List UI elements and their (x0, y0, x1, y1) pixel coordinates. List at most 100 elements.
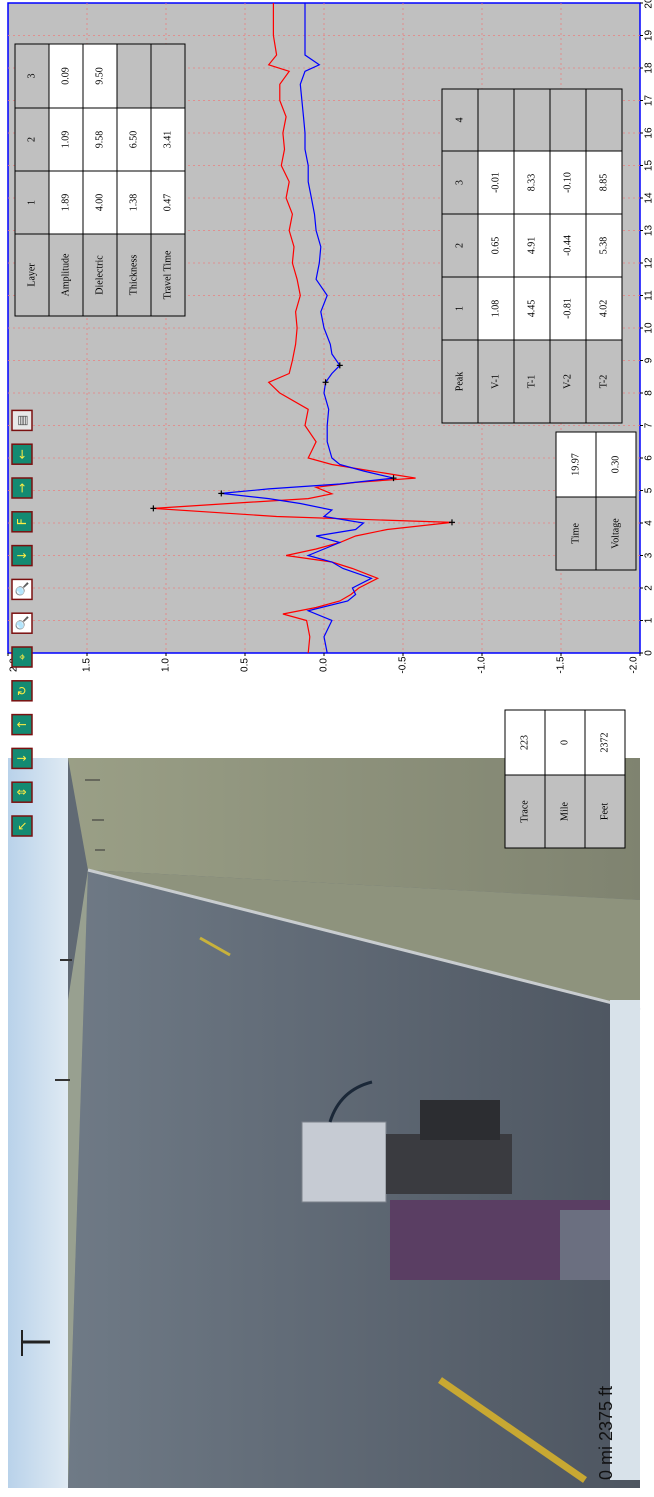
zoom-in-icon: 🔍 (14, 582, 29, 597)
layer-table-cell-text: Thickness (129, 255, 140, 296)
zoom-in-button[interactable]: 🔍 (11, 578, 33, 601)
layer-table-cell-text: 4.00 (95, 194, 106, 212)
photo-caption: 0 mi 2375 ft (596, 1386, 616, 1480)
arrow-up-button[interactable]: ↑ (11, 713, 33, 736)
trace-info-label-text: Trace (520, 800, 531, 823)
x-tick-label: 9 (644, 357, 654, 363)
peak-table-cell-text: -0.10 (563, 172, 574, 193)
layer-table-cell-text: Amplitude (61, 253, 72, 296)
peak-table-cell: 4 (441, 88, 479, 152)
expand-vertical-icon: ⇕ (15, 787, 29, 797)
flag-button[interactable]: F (11, 511, 33, 533)
x-tick-label: 18 (644, 62, 654, 74)
x-tick-label: 12 (644, 257, 654, 269)
peak-table-cell: -0.01 (477, 150, 515, 215)
layer-table-cell: Travel Time (150, 233, 186, 317)
peak-table-cell: 8.85 (585, 150, 623, 215)
peak-table-cell-text: V-1 (491, 374, 502, 389)
layer-table-cell-text: 9.50 (95, 67, 106, 85)
peak-table-cell-text: Peak (455, 372, 466, 391)
x-tick-label: 5 (644, 487, 654, 493)
zoom-out-button[interactable]: 🔍 (11, 612, 33, 634)
x-tick-label: 17 (644, 95, 654, 107)
layer-table-cell-text: 3 (27, 74, 38, 79)
peak-table-cell: T-1 (513, 339, 551, 424)
peak-table-cell: 1 (441, 276, 479, 341)
print-icon: ▤ (15, 415, 29, 426)
marker-down-button[interactable]: ↓ (11, 544, 33, 567)
layer-table-cell: 3.41 (150, 107, 186, 172)
select-tool-button[interactable]: ↖ (11, 815, 33, 837)
layer-table-cell: 1.89 (48, 170, 84, 235)
layer-table-cell: Dielectric (82, 233, 118, 317)
peak-table-cell-text: -0.81 (563, 298, 574, 319)
peak-table-cell: V-2 (549, 339, 587, 424)
y-tick-label: -1.5 (556, 656, 567, 674)
y-tick-label: 0.0 (319, 658, 330, 672)
layer-table-cell-text: 9.58 (95, 131, 106, 149)
trace-info-label-text: Feet (600, 803, 611, 820)
x-tick-label: 15 (644, 160, 654, 172)
print-button[interactable]: ▤ (11, 409, 33, 432)
peak-table-cell-text: 0.65 (491, 237, 502, 255)
x-tick-label: 19 (644, 30, 654, 42)
peak-table-cell-text: 4 (455, 118, 466, 123)
peak-table-cell-text: 4.02 (599, 300, 610, 318)
layer-table-cell-text: 3.41 (163, 131, 174, 149)
layer-table-cell: 1 (14, 170, 50, 235)
arrow-down-icon: ↓ (15, 753, 29, 763)
marker-left-icon: ← (15, 449, 29, 459)
y-tick-label: -1.0 (477, 656, 488, 674)
x-tick-label: 4 (644, 520, 654, 526)
refresh-button[interactable]: ↻ (11, 680, 33, 702)
peak-table-cell: 0.65 (477, 213, 515, 278)
peak-table-cell: 8.33 (513, 150, 551, 215)
zoom-out-icon: 🔍 (14, 616, 29, 631)
y-tick-label: -2.0 (629, 656, 640, 674)
peak-table-cell-text: -0.44 (563, 235, 574, 256)
refresh-icon: ↻ (15, 686, 29, 696)
peak-table-cell-text: 1.08 (491, 300, 502, 318)
x-tick-label: 1 (644, 617, 654, 623)
cursor-readout-table: Time 19.97 Voltage 0.30 (555, 431, 637, 571)
layer-table-cell-text: 0.09 (61, 67, 72, 85)
peak-table-cell: 5.38 (585, 213, 623, 278)
layer-table-cell-text: Travel Time (163, 250, 174, 299)
x-tick-label: 20 (644, 0, 654, 9)
peak-table-cell: 2 (441, 213, 479, 278)
pick-point-button[interactable]: ⌖ (11, 646, 33, 668)
expand-vertical-button[interactable]: ⇕ (11, 781, 33, 803)
road-photo: 0 mi 2375 ft (8, 758, 641, 1488)
trace-info-value-text: 223 (520, 735, 531, 750)
layer-table-cell-text: 1.09 (61, 131, 72, 149)
select-tool-icon: ↖ (15, 821, 29, 831)
peak-table-cell-text: T-2 (599, 375, 610, 389)
x-tick-label: 13 (644, 225, 654, 237)
layer-table-cell: 6.50 (116, 107, 152, 172)
layer-table-cell: 0.09 (48, 43, 84, 109)
peak-table-cell-text: 4.45 (527, 300, 538, 318)
layer-table-cell-text: 0.47 (163, 194, 174, 212)
peak-table-cell: 1.08 (477, 276, 515, 341)
peak-table-cell-text: V-2 (563, 374, 574, 389)
peak-table-cell-text: T-1 (527, 375, 538, 389)
peak-table-cell: -0.81 (549, 276, 587, 341)
arrow-down-button[interactable]: ↓ (11, 747, 33, 770)
peak-table-cell-text: -0.01 (491, 172, 502, 193)
marker-left-button[interactable]: ← (11, 443, 33, 465)
marker-down-icon: ↓ (15, 551, 29, 561)
trace-info-value-text: 2372 (600, 733, 611, 753)
x-tick-label: 3 (644, 552, 654, 558)
y-tick-label: -0.5 (398, 656, 409, 674)
layer-table-cell (150, 43, 186, 109)
peak-table-cell (549, 88, 587, 152)
cursor-readout-value-text: 0.30 (611, 456, 622, 474)
peak-table-cell-text: 3 (455, 180, 466, 185)
cursor-readout-label: Voltage (595, 496, 637, 571)
x-tick-label: 2 (644, 585, 654, 591)
peak-table-cell: 3 (441, 150, 479, 215)
pick-point-icon: ⌖ (15, 653, 29, 660)
peak-table-cell-text: 5.38 (599, 237, 610, 255)
peak-table-cell-text: 4.91 (527, 237, 538, 255)
marker-right-button[interactable]: → (11, 477, 33, 499)
